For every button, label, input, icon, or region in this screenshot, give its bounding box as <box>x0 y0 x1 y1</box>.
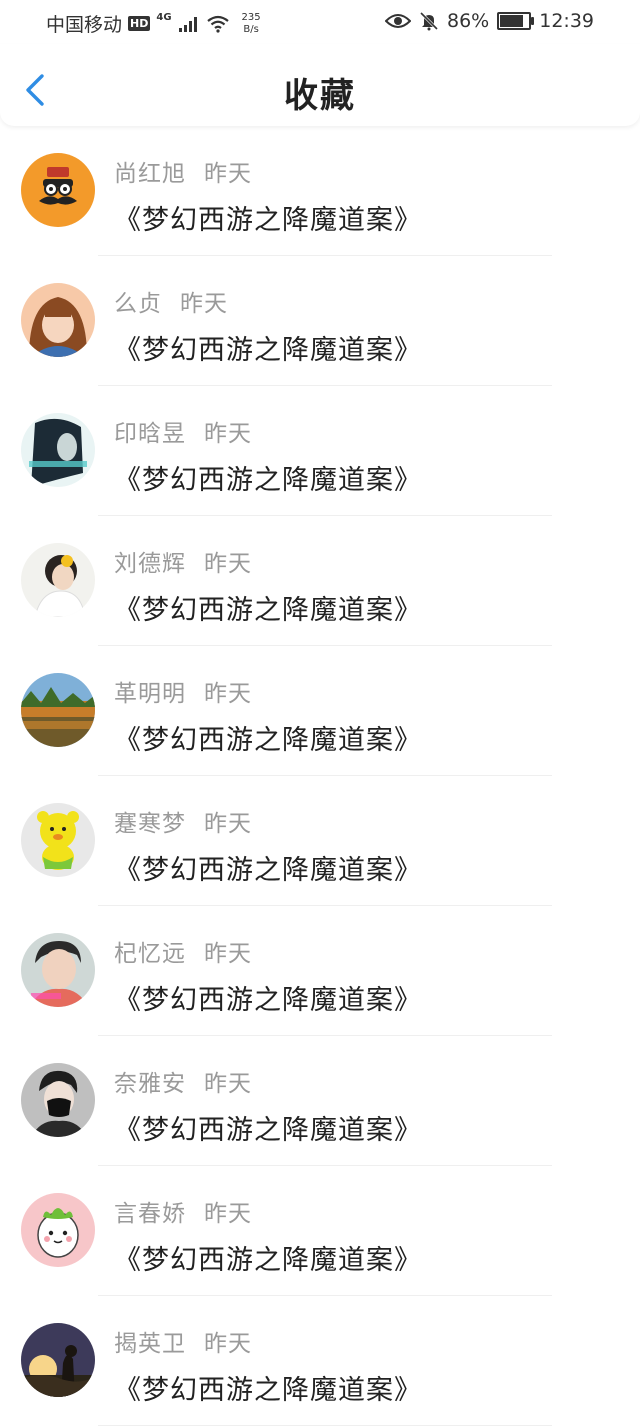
avatar[interactable] <box>21 1063 95 1137</box>
nav-bar: 收藏 <box>0 44 640 126</box>
favorite-time: 昨天 <box>204 1071 252 1097</box>
favorite-time: 昨天 <box>204 421 252 447</box>
favorite-item[interactable]: 揭英卫 昨天《梦幻西游之降魔道案》 <box>0 1296 640 1426</box>
avatar[interactable] <box>21 413 95 487</box>
favorite-title: 《梦幻西游之降魔道案》 <box>114 725 422 756</box>
bell-muted-icon <box>419 11 439 31</box>
favorite-item[interactable]: 革明明 昨天《梦幻西游之降魔道案》 <box>0 646 640 776</box>
favorite-time: 昨天 <box>204 161 252 187</box>
favorite-meta: 蹇寒梦 昨天 <box>114 804 252 838</box>
avatar[interactable] <box>21 283 95 357</box>
favorite-item[interactable]: 么贞 昨天《梦幻西游之降魔道案》 <box>0 256 640 386</box>
network-type: 4G <box>156 12 172 23</box>
avatar[interactable] <box>21 933 95 1007</box>
signal-icon <box>178 16 197 32</box>
favorite-time: 昨天 <box>204 681 252 707</box>
favorite-item[interactable]: 蹇寒梦 昨天《梦幻西游之降魔道案》 <box>0 776 640 906</box>
favorite-meta: 奈雅安 昨天 <box>114 1064 252 1098</box>
user-name: 杞忆远 <box>114 941 186 967</box>
favorite-item[interactable]: 言春娇 昨天《梦幻西游之降魔道案》 <box>0 1166 640 1296</box>
favorite-meta: 尚红旭 昨天 <box>114 154 252 188</box>
favorite-time: 昨天 <box>204 551 252 577</box>
favorite-meta: 革明明 昨天 <box>114 674 252 708</box>
carrier-label: 中国移动 <box>46 14 123 36</box>
wifi-icon <box>206 15 229 33</box>
user-name: 奈雅安 <box>114 1071 186 1097</box>
favorite-title: 《梦幻西游之降魔道案》 <box>114 1375 422 1406</box>
user-name: 革明明 <box>114 681 186 707</box>
network-speed: 235 B/s <box>242 12 261 36</box>
favorite-title: 《梦幻西游之降魔道案》 <box>114 855 422 886</box>
user-name: 尚红旭 <box>114 161 186 187</box>
status-bar-left: 中国移动 HD 4G 235 B/s <box>46 10 261 37</box>
status-bar: 中国移动 HD 4G 235 B/s 86% 12:39 <box>0 0 640 44</box>
favorite-item[interactable]: 刘德辉 昨天《梦幻西游之降魔道案》 <box>0 516 640 646</box>
favorite-title: 《梦幻西游之降魔道案》 <box>114 595 422 626</box>
avatar[interactable] <box>21 803 95 877</box>
hd-badge: HD <box>128 16 151 31</box>
user-name: 揭英卫 <box>114 1331 186 1357</box>
favorites-list: 尚红旭 昨天 《梦幻西游之降魔道案》 么贞 昨天 《梦幻西游之降魔道案》 印晗昱 昨天 《梦幻西… <box>0 126 640 1426</box>
avatar[interactable] <box>21 673 95 747</box>
favorite-title: 《梦幻西游之降魔道案》 <box>114 1245 422 1276</box>
favorite-meta: 揭英卫 昨天 <box>114 1324 252 1358</box>
favorite-meta: 杞忆远 昨天 <box>114 934 252 968</box>
status-bar-right: 86% 12:39 <box>385 10 594 32</box>
favorite-item[interactable]: 奈雅安 昨天《梦幻西游之降魔道案》 <box>0 1036 640 1166</box>
speed-value: 235 <box>241 11 261 23</box>
favorite-meta: 么贞 昨天 <box>114 284 228 318</box>
speed-unit: B/s <box>243 23 259 35</box>
eye-icon <box>385 14 411 28</box>
favorite-time: 昨天 <box>204 1201 252 1227</box>
user-name: 言春娇 <box>114 1201 186 1227</box>
favorite-time: 昨天 <box>204 941 252 967</box>
user-name: 么贞 <box>114 291 162 317</box>
favorite-time: 昨天 <box>204 1331 252 1357</box>
favorite-meta: 印晗昱 昨天 <box>114 414 252 448</box>
favorite-title: 《梦幻西游之降魔道案》 <box>114 465 422 496</box>
user-name: 印晗昱 <box>114 421 186 447</box>
avatar[interactable] <box>21 543 95 617</box>
favorite-time: 昨天 <box>204 811 252 837</box>
avatar[interactable] <box>21 153 95 227</box>
favorite-meta: 言春娇 昨天 <box>114 1194 252 1228</box>
favorite-item[interactable]: 尚红旭 昨天《梦幻西游之降魔道案》 <box>0 126 640 256</box>
favorite-title: 《梦幻西游之降魔道案》 <box>114 1115 422 1146</box>
favorite-time: 昨天 <box>180 291 228 317</box>
favorite-title: 《梦幻西游之降魔道案》 <box>114 985 422 1016</box>
avatar[interactable] <box>21 1323 95 1397</box>
favorite-meta: 刘德辉 昨天 <box>114 544 252 578</box>
favorite-item[interactable]: 印晗昱 昨天《梦幻西游之降魔道案》 <box>0 386 640 516</box>
user-name: 蹇寒梦 <box>114 811 186 837</box>
page-title: 收藏 <box>284 76 356 116</box>
avatar[interactable] <box>21 1193 95 1267</box>
battery-icon <box>497 12 535 30</box>
clock: 12:39 <box>539 10 594 32</box>
battery-level <box>500 15 523 27</box>
favorite-title: 《梦幻西游之降魔道案》 <box>114 205 422 236</box>
favorite-item[interactable]: 杞忆远 昨天《梦幻西游之降魔道案》 <box>0 906 640 1036</box>
favorite-title: 《梦幻西游之降魔道案》 <box>114 335 422 366</box>
user-name: 刘德辉 <box>114 551 186 577</box>
battery-percent: 86% <box>447 10 490 32</box>
